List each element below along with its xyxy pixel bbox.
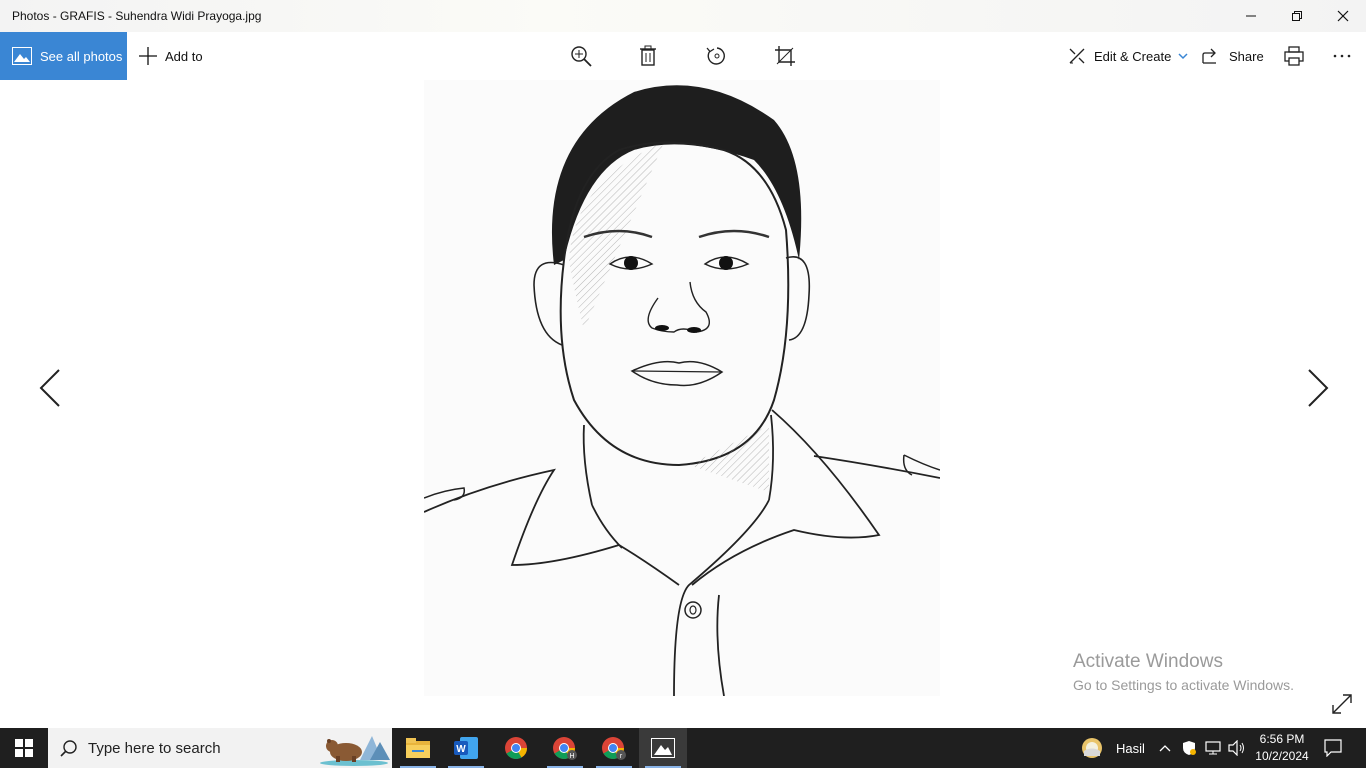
word-icon: W [454,737,478,759]
more-icon [1333,54,1351,58]
show-hidden-icons-button[interactable] [1155,738,1175,758]
photos-app-icon [651,738,675,758]
taskbar-chrome-profile-r[interactable]: r [590,728,638,768]
previous-photo-button[interactable] [38,366,62,410]
edit-create-button[interactable]: Edit & Create [1068,32,1188,80]
delete-button[interactable] [636,44,660,68]
see-all-photos-button[interactable]: See all photos [0,32,127,80]
edit-create-icon [1068,47,1086,65]
search-placeholder: Type here to search [88,739,221,757]
close-button[interactable] [1320,0,1366,32]
activate-windows-subtitle: Go to Settings to activate Windows. [1073,677,1294,693]
zoom-button[interactable] [569,44,593,68]
network-icon [1205,741,1221,755]
minimize-icon [1246,15,1256,17]
restore-button[interactable] [1274,0,1320,32]
see-all-photos-label: See all photos [40,48,123,64]
crop-icon [775,46,795,66]
chevron-down-icon [1178,52,1188,60]
chevron-left-icon [39,369,60,407]
notification-icon [1324,739,1342,757]
start-button[interactable] [0,728,48,768]
expand-icon [1332,694,1352,714]
network-tray-button[interactable] [1203,738,1223,758]
share-button[interactable]: Share [1202,32,1264,80]
zoom-icon [571,46,592,67]
more-button[interactable] [1330,44,1354,68]
shield-icon [1183,741,1196,755]
volume-icon [1228,740,1244,756]
weather-label: Hasil [1116,740,1145,756]
share-label: Share [1229,48,1264,64]
svg-text:H: H [569,753,574,760]
taskbar-file-explorer[interactable] [394,728,442,768]
clock-time: 6:56 PM [1259,732,1305,746]
share-icon [1202,48,1220,64]
chevron-right-icon [1308,369,1329,407]
portrait-line-drawing [423,85,941,697]
security-tray-button[interactable] [1179,738,1199,758]
restore-icon [1292,11,1302,21]
title-bar: Photos - GRAFIS - Suhendra Widi Prayoga.… [0,0,1366,32]
activate-windows-watermark: Activate Windows Go to Settings to activ… [1073,651,1294,693]
add-to-button[interactable]: Add to [138,32,203,80]
print-icon [1284,46,1304,66]
plus-icon [138,46,158,66]
search-highlight-bear-icon [320,736,390,766]
edit-create-label: Edit & Create [1094,48,1172,64]
minimize-button[interactable] [1228,0,1274,32]
taskbar-photos[interactable] [639,728,687,768]
photos-app-icon [12,47,32,65]
file-explorer-icon [406,738,430,758]
window-title: Photos - GRAFIS - Suhendra Widi Prayoga.… [12,9,262,23]
photo-toolbar: See all photos Add to Edit & Create Shar… [0,32,1366,80]
rotate-button[interactable] [705,44,729,68]
crop-button[interactable] [773,44,797,68]
delete-icon [640,45,656,66]
photos-window: Photos - GRAFIS - Suhendra Widi Prayoga.… [0,0,1366,728]
svg-text:W: W [456,744,466,755]
taskbar-chrome[interactable] [492,728,540,768]
chevron-up-icon [1159,745,1171,752]
fullscreen-button[interactable] [1331,693,1353,715]
activate-windows-title: Activate Windows [1073,651,1223,672]
photo-image [423,80,941,697]
add-to-label: Add to [165,48,203,64]
weather-widget[interactable]: Hasil [1080,728,1145,768]
print-button[interactable] [1282,44,1306,68]
taskbar-search-box[interactable]: Type here to search [48,728,392,768]
taskbar-clock[interactable]: 6:56 PM 10/2/2024 [1252,731,1312,765]
next-photo-button[interactable] [1306,366,1330,410]
close-icon [1337,10,1349,22]
weather-icon [1080,736,1104,760]
photo-viewer: Activate Windows Go to Settings to activ… [0,80,1366,728]
chrome-profile-icon: r [602,737,626,760]
taskbar: Type here to search W H r Hasil 6:56 PM … [0,728,1366,768]
notifications-button[interactable] [1323,738,1343,758]
chrome-icon [505,737,527,759]
search-icon [60,739,78,757]
clock-date: 10/2/2024 [1255,749,1309,763]
taskbar-word[interactable]: W [442,728,490,768]
taskbar-chrome-profile-h[interactable]: H [541,728,589,768]
chrome-profile-icon: H [553,737,577,760]
rotate-icon [706,47,725,65]
windows-logo-icon [15,739,33,757]
volume-tray-button[interactable] [1227,738,1247,758]
